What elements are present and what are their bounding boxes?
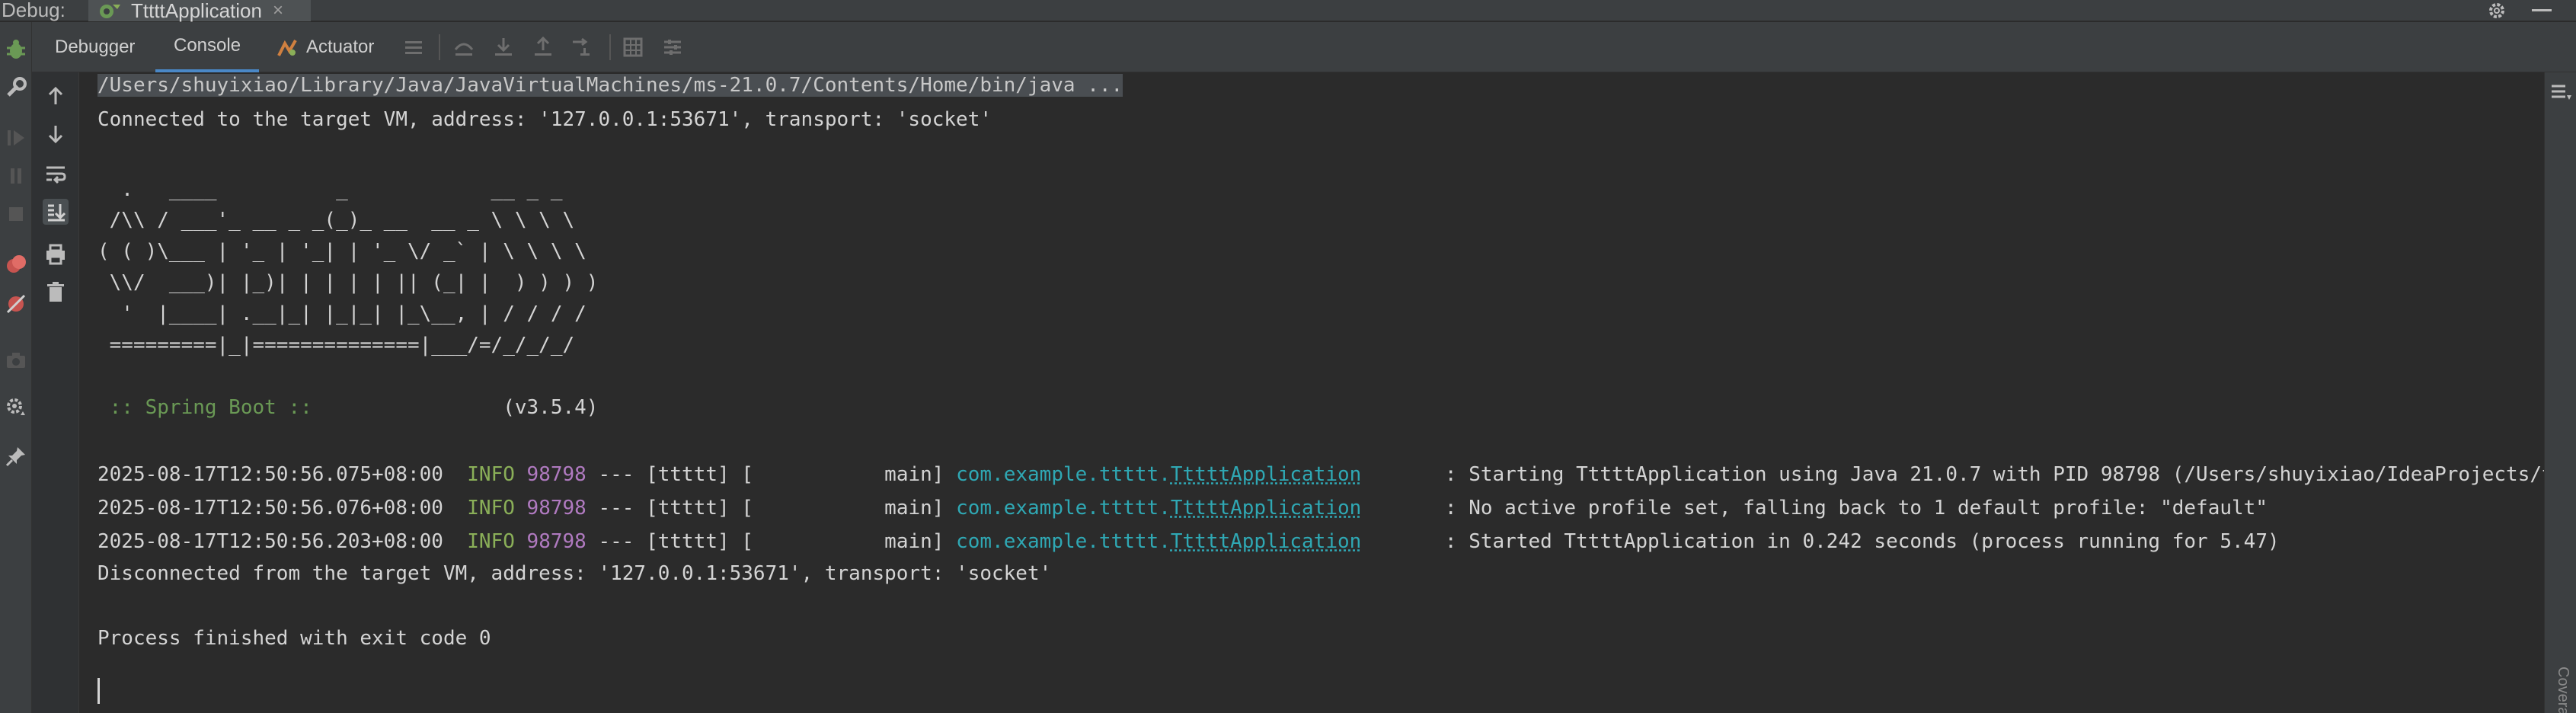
pin-icon[interactable] [4,444,28,468]
console-output[interactable]: /Users/shuyixiao/Library/Java/JavaVirtua… [79,72,2544,713]
gear-icon[interactable] [2486,2,2507,20]
trace-settings-icon[interactable] [661,36,684,59]
debug-title-bar: Debug: TttttApplication × [0,0,2576,21]
log-padding [1361,463,1445,486]
scroll-to-end-icon[interactable] [43,199,69,225]
mute-breakpoints-icon[interactable] [4,292,28,316]
log-class-link[interactable]: TttttApplication [1171,497,1361,520]
disconnected-line: Disconnected from the target VM, address… [97,562,1052,585]
spring-boot-label: :: Spring Boot :: [97,396,324,419]
banner-line: ( ( )\___ | '_ | '_| | '_ \/ _` | \ \ \ … [97,240,586,263]
threads-list-icon[interactable] [402,36,425,59]
coverage-side-tab[interactable]: Coverage [2554,667,2571,713]
log-class-link[interactable]: TttttApplication [1171,530,1361,553]
command-text: /Users/shuyixiao/Library/Java/JavaVirtua… [97,74,1123,97]
log-thread: --- [ttttt] [ main] [586,463,957,486]
log-message: : Started TttttApplication in 0.242 seco… [1444,530,2280,553]
soft-wrap-icon[interactable] [43,161,69,187]
banner-line: ' |____| .__|_| |_|_| |_\__, | / / / / [97,302,586,325]
log-message: : Starting TttttApplication using Java 2… [1444,463,2544,486]
wrench-icon[interactable] [4,75,28,100]
banner-line: =========|_|==============|___/=/_/_/_/ [97,334,575,356]
log-pid: 98798 [526,463,586,486]
log-message: : No active profile set, falling back to… [1444,497,2268,520]
right-tool-strip: Coverage [2544,72,2576,713]
tab-debugger[interactable]: Debugger [55,22,135,72]
print-icon[interactable] [43,241,69,267]
camera-icon[interactable] [4,348,28,372]
stop-icon[interactable] [4,202,28,226]
console-tools-strip [32,72,79,713]
banner-line: /\\ / ___'_ __ _ _(_)_ __ __ _ \ \ \ \ [97,209,575,232]
close-icon[interactable]: × [273,1,283,21]
tab-console[interactable]: Console [155,22,260,72]
log-line: 2025-08-17T12:50:56.076+08:00 INFO 98798… [97,497,2268,520]
step-out-icon[interactable] [532,36,555,59]
log-thread: --- [ttttt] [ main] [586,497,957,520]
log-padding [1361,497,1445,520]
arrow-down-icon[interactable] [43,121,69,147]
log-timestamp: 2025-08-17T12:50:56.075+08:00 [97,463,443,486]
log-package: com.example.ttttt. [956,497,1171,520]
exit-line: Process finished with exit code 0 [97,627,491,650]
trash-icon[interactable] [43,280,69,305]
layout-icon[interactable] [2549,80,2573,104]
log-padding [1361,530,1445,553]
minimize-icon[interactable] [2532,9,2552,11]
command-line: /Users/shuyixiao/Library/Java/JavaVirtua… [97,74,1123,97]
toolbar-divider [439,34,440,60]
debug-actions-strip [0,22,32,713]
debug-tab-bar: Debugger Console Actuator [0,22,2576,72]
view-breakpoints-icon[interactable] [4,252,28,277]
run-tab-title: TttttApplication [131,0,262,22]
bug-icon[interactable] [4,37,28,62]
log-line: 2025-08-17T12:50:56.075+08:00 INFO 98798… [97,463,2544,486]
log-class-link[interactable]: TttttApplication [1171,463,1361,486]
step-over-icon[interactable] [452,36,475,59]
arrow-up-icon[interactable] [43,83,69,109]
pause-icon[interactable] [4,164,28,188]
log-thread: --- [ttttt] [ main] [586,530,957,553]
log-pid: 98798 [526,497,586,520]
log-level: INFO [467,463,515,486]
spring-boot-line: :: Spring Boot :: (v3.5.4) [97,396,599,419]
banner-line: . ____ _ __ _ _ [97,178,563,201]
step-into-icon[interactable] [492,36,515,59]
connected-line: Connected to the target VM, address: '12… [97,108,992,131]
tab-console-label: Console [174,35,241,56]
banner-line: \\/ ___)| |_)| | | | | || (_| | ) ) ) ) [97,271,599,294]
log-package: com.example.ttttt. [956,530,1171,553]
spring-boot-version: (v3.5.4) [324,396,599,419]
settings-icon[interactable] [4,395,28,420]
run-to-cursor-icon[interactable] [570,36,593,59]
run-config-tab[interactable]: TttttApplication × [88,0,311,21]
tab-debugger-label: Debugger [55,37,136,57]
log-level: INFO [467,497,515,520]
toolbar-divider [609,34,611,60]
resume-icon[interactable] [4,126,28,150]
evaluate-expression-icon[interactable] [622,36,644,59]
log-pid: 98798 [526,530,586,553]
actuator-icon [277,40,297,56]
spring-app-icon [100,5,120,18]
text-cursor [97,678,100,704]
tab-actuator[interactable]: Actuator [276,22,374,72]
log-line: 2025-08-17T12:50:56.203+08:00 INFO 98798… [97,530,2280,553]
log-timestamp: 2025-08-17T12:50:56.076+08:00 [97,497,443,520]
log-level: INFO [467,530,515,553]
log-timestamp: 2025-08-17T12:50:56.203+08:00 [97,530,443,553]
tab-actuator-label: Actuator [306,37,375,57]
log-package: com.example.ttttt. [956,463,1171,486]
debug-label: Debug: [2,0,66,21]
